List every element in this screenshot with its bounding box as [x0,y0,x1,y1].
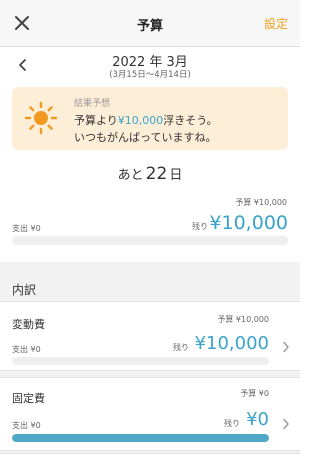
chevron-right-icon [282,338,290,353]
breakdown-item-budget: 予算 ¥10,000 [217,315,269,324]
breakdown-item-progress-bar [12,357,269,365]
breakdown-item-progress-fill [12,434,269,442]
breakdown-item-title: 変動費 [12,318,45,331]
bottom-edge [0,453,300,463]
breakdown-item-title: 固定費 [12,392,45,405]
days-left-prefix: あと [117,168,144,183]
summary-spent: 支出 ¥0 [12,224,41,233]
summary-progress-bar [12,236,288,245]
breakdown-item-budget: 予算 ¥0 [240,389,269,398]
app-header: 予算 設定 [0,0,300,47]
breakdown-item-progress-bar [12,434,269,442]
forecast-suffix: 浮きそう。 [163,114,218,127]
forecast-prefix: 予算より [74,114,118,127]
page-title: 予算 [136,19,163,34]
breakdown-item-spent: 支出 ¥0 [12,345,41,354]
chevron-right-icon [282,415,290,430]
breakdown-item-spent: 支出 ¥0 [12,421,41,430]
summary-remaining-amount: ¥10,000 [209,212,288,234]
breakdown-item-fixed[interactable]: 固定費 予算 ¥0 支出 ¥0 残り ¥0 [0,377,300,451]
period-range: (3月15日〜4月14日) [109,70,191,80]
breakdown-item-remaining-label: 残り [224,419,240,428]
forecast-card: 結果予想 予算より¥10,000浮きそう。 いつもがんばっていますね。 [12,87,288,150]
breakdown-heading: 内訳 [12,283,37,297]
summary-remaining-label: 残り [192,222,208,231]
breakdown-item-variable[interactable]: 変動費 予算 ¥10,000 支出 ¥0 残り ¥10,000 [0,301,300,371]
days-left: あと 22 日 [0,164,300,184]
forecast-label: 結果予想 [74,99,111,109]
settings-button[interactable]: 設定 [264,15,288,32]
forecast-amount: ¥10,000 [117,114,164,127]
breakdown-item-remaining-amount: ¥10,000 [194,333,269,354]
breakdown-item-remaining-amount: ¥0 [246,409,269,430]
forecast-encouragement: いつもがんばっていますね。 [74,131,217,144]
forecast-message: 予算より¥10,000浮きそう。 [74,112,218,128]
sun-icon [24,101,58,135]
days-left-unit: 日 [169,168,183,183]
days-left-number: 22 [145,164,168,184]
summary-budget: 予算 ¥10,000 [235,198,287,207]
breakdown-item-remaining-label: 残り [173,343,189,352]
